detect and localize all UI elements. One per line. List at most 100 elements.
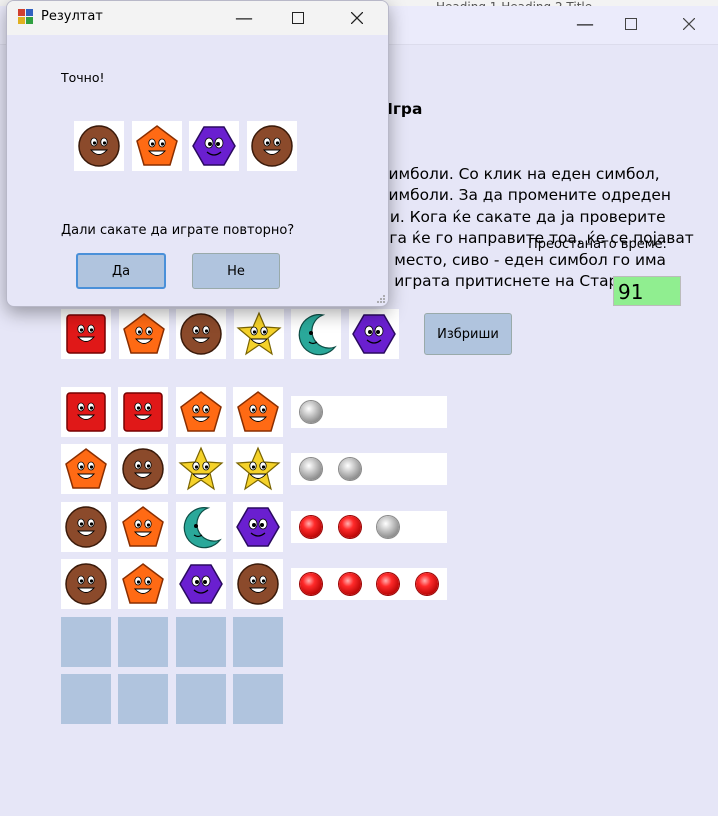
play-again-question: Дали сакате да играте повторно? [61,223,295,238]
symbol-tile [246,121,297,171]
symbol-tile [118,444,169,494]
empty-slot[interactable] [61,617,111,667]
feedback-pegs [291,511,447,543]
purple-hexagon-icon [178,564,223,604]
teal-moon-icon [183,507,222,549]
symbol-tile [175,387,226,437]
symbol-tile[interactable] [118,309,169,359]
maximize-icon [625,18,637,30]
orange-pentagon-icon [179,391,222,432]
orange-pentagon-icon [65,448,107,489]
empty-slot[interactable] [232,617,283,667]
timer-display: 91 [613,276,681,306]
purple-hexagon-icon [236,507,280,547]
orange-pentagon-icon [237,391,279,432]
symbol-tile [61,444,111,494]
brown-circle-icon [78,125,120,167]
close-button[interactable] [666,6,712,42]
purple-hexagon-icon [192,126,236,166]
brown-circle-icon [65,506,107,548]
instructions-line: о место, сиво - еден симбол го има [380,250,666,269]
empty-slot[interactable] [118,674,169,724]
red-peg-icon [300,573,322,595]
empty-slot[interactable] [232,674,283,724]
symbol-tile [232,502,283,552]
yellow-star-icon [235,311,282,356]
symbol-tile [61,387,111,437]
gray-peg-icon [300,401,322,423]
minimize-icon: — [235,7,253,29]
symbol-tile [74,121,124,171]
symbol-tile[interactable] [61,309,111,359]
instructions-line: ли. Кога ќе сакате да ја проверите [380,207,666,226]
resize-grip-icon[interactable] [376,294,386,304]
symbol-tile [175,559,226,609]
result-dialog: Резултат — Точно! Дали сакате да играте … [6,0,389,307]
orange-pentagon-icon [122,313,165,354]
symbol-tile[interactable] [348,309,399,359]
symbol-tile [118,502,169,552]
red-peg-icon [415,573,438,595]
empty-slot[interactable] [61,674,111,724]
brown-circle-icon [122,448,165,490]
symbol-tile [175,444,226,494]
symbol-tile [118,559,169,609]
dialog-title: Резултат [41,9,103,24]
feedback-pegs [291,568,447,600]
red-square-icon [123,392,164,432]
minimize-button[interactable]: — [562,6,608,42]
orange-pentagon-icon [122,563,165,604]
instructions-title: Игра [380,100,423,118]
symbol-tile [61,502,111,552]
dialog-close-button[interactable] [334,1,380,35]
delete-button[interactable]: Избриши [424,313,512,355]
no-button[interactable]: Не [192,253,280,289]
yes-button[interactable]: Да [76,253,166,289]
brown-circle-icon [250,125,293,167]
red-peg-icon [338,573,361,595]
dialog-minimize-button[interactable]: — [221,1,267,35]
yellow-star-icon [178,446,224,491]
feedback-pegs [291,396,447,428]
red-square-icon [66,392,106,432]
brown-circle-icon [237,563,279,605]
empty-slot[interactable] [118,617,169,667]
minimize-icon: — [576,13,594,35]
timer-label: Преостанато време: [528,237,667,252]
symbol-tile [189,121,239,171]
maximize-button[interactable] [608,6,654,42]
instructions-line: симболи. Со клик на еден симбол, [380,164,660,183]
purple-hexagon-icon [351,314,396,354]
symbol-tile [118,387,169,437]
symbol-tile [61,559,111,609]
result-message: Точно! [61,70,105,85]
red-peg-icon [377,573,399,595]
maximize-icon [292,12,304,24]
red-peg-icon [300,516,322,538]
close-icon [683,18,695,30]
symbol-tile [232,444,283,494]
empty-slot[interactable] [175,674,226,724]
dialog-maximize-button[interactable] [275,1,321,35]
orange-pentagon-icon [135,125,178,166]
brown-circle-icon [65,563,107,605]
gray-peg-icon [300,458,322,480]
symbol-tile[interactable] [176,309,226,359]
symbol-tile [131,121,182,171]
empty-slot[interactable] [175,617,226,667]
feedback-pegs [291,453,447,485]
red-square-icon [66,314,106,354]
symbol-tile[interactable] [233,309,284,359]
symbol-tile [232,387,283,437]
symbol-tile [175,502,226,552]
gray-peg-icon [377,516,399,538]
instructions-line: симболи. За да промените одреден [380,186,671,204]
symbol-tile[interactable] [291,309,341,359]
yellow-star-icon [235,446,281,491]
teal-moon-icon [298,314,337,356]
app-icon [18,9,33,24]
brown-circle-icon [180,313,222,355]
gray-peg-icon [338,458,361,480]
symbol-tile [232,559,283,609]
orange-pentagon-icon [122,506,165,547]
